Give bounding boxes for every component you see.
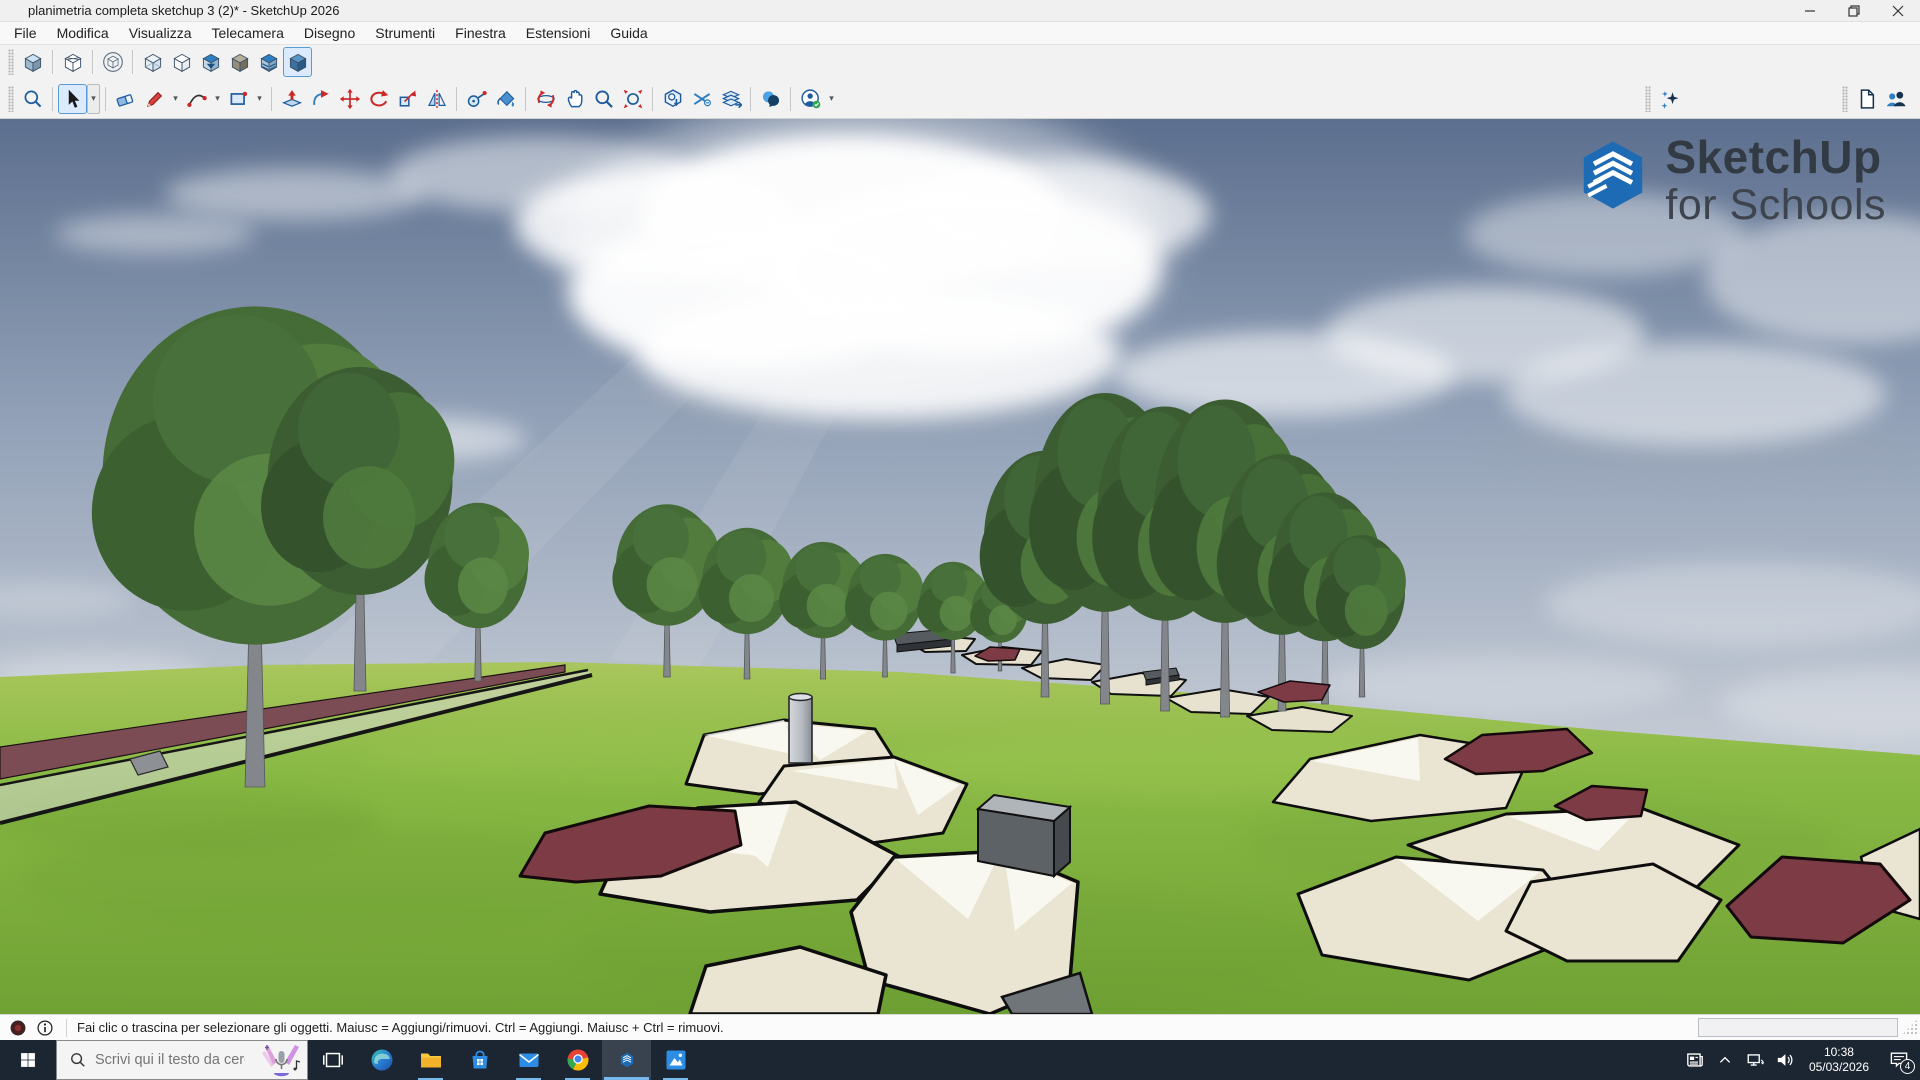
taskbar-search-input[interactable] (95, 1052, 245, 1068)
hidden-icons-chevron[interactable] (1710, 1040, 1740, 1080)
rectangle-tool-dropdown[interactable]: ▾ (253, 84, 266, 114)
account-signin-icon[interactable] (796, 84, 825, 114)
feedback-chat-icon[interactable] (756, 84, 785, 114)
pan-tool-icon[interactable] (560, 84, 589, 114)
ai-assistant-button[interactable] (1655, 84, 1684, 114)
task-view-button[interactable] (308, 1040, 357, 1080)
minimize-button[interactable] (1788, 0, 1832, 22)
menu-bar: FileModificaVisualizzaTelecameraDisegnoS… (0, 22, 1920, 45)
chrome-app[interactable] (553, 1040, 602, 1080)
measurements-input[interactable] (1698, 1018, 1898, 1037)
push-pull-tool-icon[interactable] (277, 84, 306, 114)
title-bar[interactable]: planimetria completa sketchup 3 (2)* - S… (0, 0, 1920, 22)
style-wireframe-top-icon[interactable] (58, 47, 87, 77)
menu-file[interactable]: File (4, 22, 47, 44)
line-tool-icon[interactable] (140, 84, 169, 114)
search-highlight-mic-icon[interactable] (259, 1043, 303, 1080)
search-tool-icon[interactable] (18, 84, 47, 114)
menu-modifica[interactable]: Modifica (47, 22, 119, 44)
style-shaded-textures-icon[interactable] (254, 47, 283, 77)
style-hidden-line-icon[interactable] (167, 47, 196, 77)
sketchup-window: planimetria completa sketchup 3 (2)* - S… (0, 0, 1920, 1080)
line-tool-dropdown[interactable]: ▾ (169, 84, 182, 114)
menu-disegno[interactable]: Disegno (294, 22, 365, 44)
menu-visualizza[interactable]: Visualizza (119, 22, 202, 44)
account-signin-dropdown[interactable]: ▾ (825, 84, 838, 114)
news-widget-icon[interactable] (1680, 1040, 1710, 1080)
photos-app[interactable] (651, 1040, 700, 1080)
style-back-edges-icon[interactable] (196, 47, 225, 77)
layers-export-tool-icon[interactable] (716, 84, 745, 114)
menu-finestra[interactable]: Finestra (445, 22, 516, 44)
style-shaded-icon[interactable] (283, 47, 312, 77)
network-icon[interactable] (1740, 1040, 1770, 1080)
style-perspective-icon[interactable] (98, 47, 127, 77)
search-icon (69, 1051, 87, 1069)
info-icon[interactable] (36, 1019, 54, 1037)
clock-time: 10:38 (1824, 1045, 1854, 1060)
follow-me-tool-icon[interactable] (306, 84, 335, 114)
model-scene (0, 119, 1920, 1014)
windows-taskbar: 10:38 05/03/2026 4 (0, 1040, 1920, 1080)
file-explorer-app[interactable] (406, 1040, 455, 1080)
window-title: planimetria completa sketchup 3 (2)* - S… (28, 3, 339, 18)
clock-date: 05/03/2026 (1809, 1060, 1869, 1075)
menu-telecamera[interactable]: Telecamera (201, 22, 293, 44)
select-tool-dropdown[interactable]: ▾ (87, 84, 100, 114)
styles-toolbar (0, 45, 1920, 79)
notification-badge: 4 (1900, 1059, 1915, 1074)
eraser-tool-icon[interactable] (111, 84, 140, 114)
taskbar-search[interactable] (56, 1040, 308, 1080)
menu-guida[interactable]: Guida (600, 22, 657, 44)
start-button[interactable] (0, 1040, 56, 1080)
select-tool-icon[interactable] (58, 84, 87, 114)
style-xray-icon[interactable] (138, 47, 167, 77)
status-hint: Fai clic o trascina per selezionare gli … (77, 1020, 724, 1035)
notification-center-button[interactable]: 4 (1878, 1040, 1920, 1080)
arc-tool-dropdown[interactable]: ▾ (211, 84, 224, 114)
style-monochrome-icon[interactable] (225, 47, 254, 77)
style-iso-view-icon[interactable] (18, 47, 47, 77)
edge-app[interactable] (357, 1040, 406, 1080)
store-app[interactable] (455, 1040, 504, 1080)
sketchup-app[interactable] (602, 1040, 651, 1080)
share-people-button[interactable] (1881, 84, 1910, 114)
zoom-extents-tool-icon[interactable] (618, 84, 647, 114)
viewport-3d[interactable]: SketchUp for Schools (0, 119, 1920, 1014)
restore-button[interactable] (1832, 0, 1876, 22)
solid-tools-icon[interactable] (687, 84, 716, 114)
rectangle-tool-icon[interactable] (224, 84, 253, 114)
sketchup-app-icon (6, 3, 22, 19)
taskbar-clock[interactable]: 10:38 05/03/2026 (1800, 1040, 1878, 1080)
paint-bucket-tool-icon[interactable] (491, 84, 520, 114)
new-document-button[interactable] (1852, 84, 1881, 114)
rotate-tool-icon[interactable] (364, 84, 393, 114)
tape-measure-tool-icon[interactable] (462, 84, 491, 114)
arc-tool-icon[interactable] (182, 84, 211, 114)
mail-app[interactable] (504, 1040, 553, 1080)
move-tool-icon[interactable] (335, 84, 364, 114)
zoom-tool-icon[interactable] (589, 84, 618, 114)
volume-icon[interactable] (1770, 1040, 1800, 1080)
scale-tool-icon[interactable] (393, 84, 422, 114)
orbit-tool-icon[interactable] (531, 84, 560, 114)
tools-toolbar: ▾ ▾ ▾ ▾ ▾ (0, 79, 1920, 119)
geolocation-icon[interactable] (9, 1019, 27, 1037)
status-bar: Fai clic o trascina per selezionare gli … (0, 1014, 1920, 1040)
toolbar-grip[interactable] (8, 86, 14, 112)
toolbar-grip[interactable] (8, 49, 14, 75)
menu-estensioni[interactable]: Estensioni (516, 22, 601, 44)
toolbar-grip[interactable] (1842, 86, 1848, 112)
close-button[interactable] (1876, 0, 1920, 22)
menu-strumenti[interactable]: Strumenti (365, 22, 445, 44)
flip-tool-icon[interactable] (422, 84, 451, 114)
warehouse-tool-icon[interactable] (658, 84, 687, 114)
toolbar-grip[interactable] (1645, 86, 1651, 112)
